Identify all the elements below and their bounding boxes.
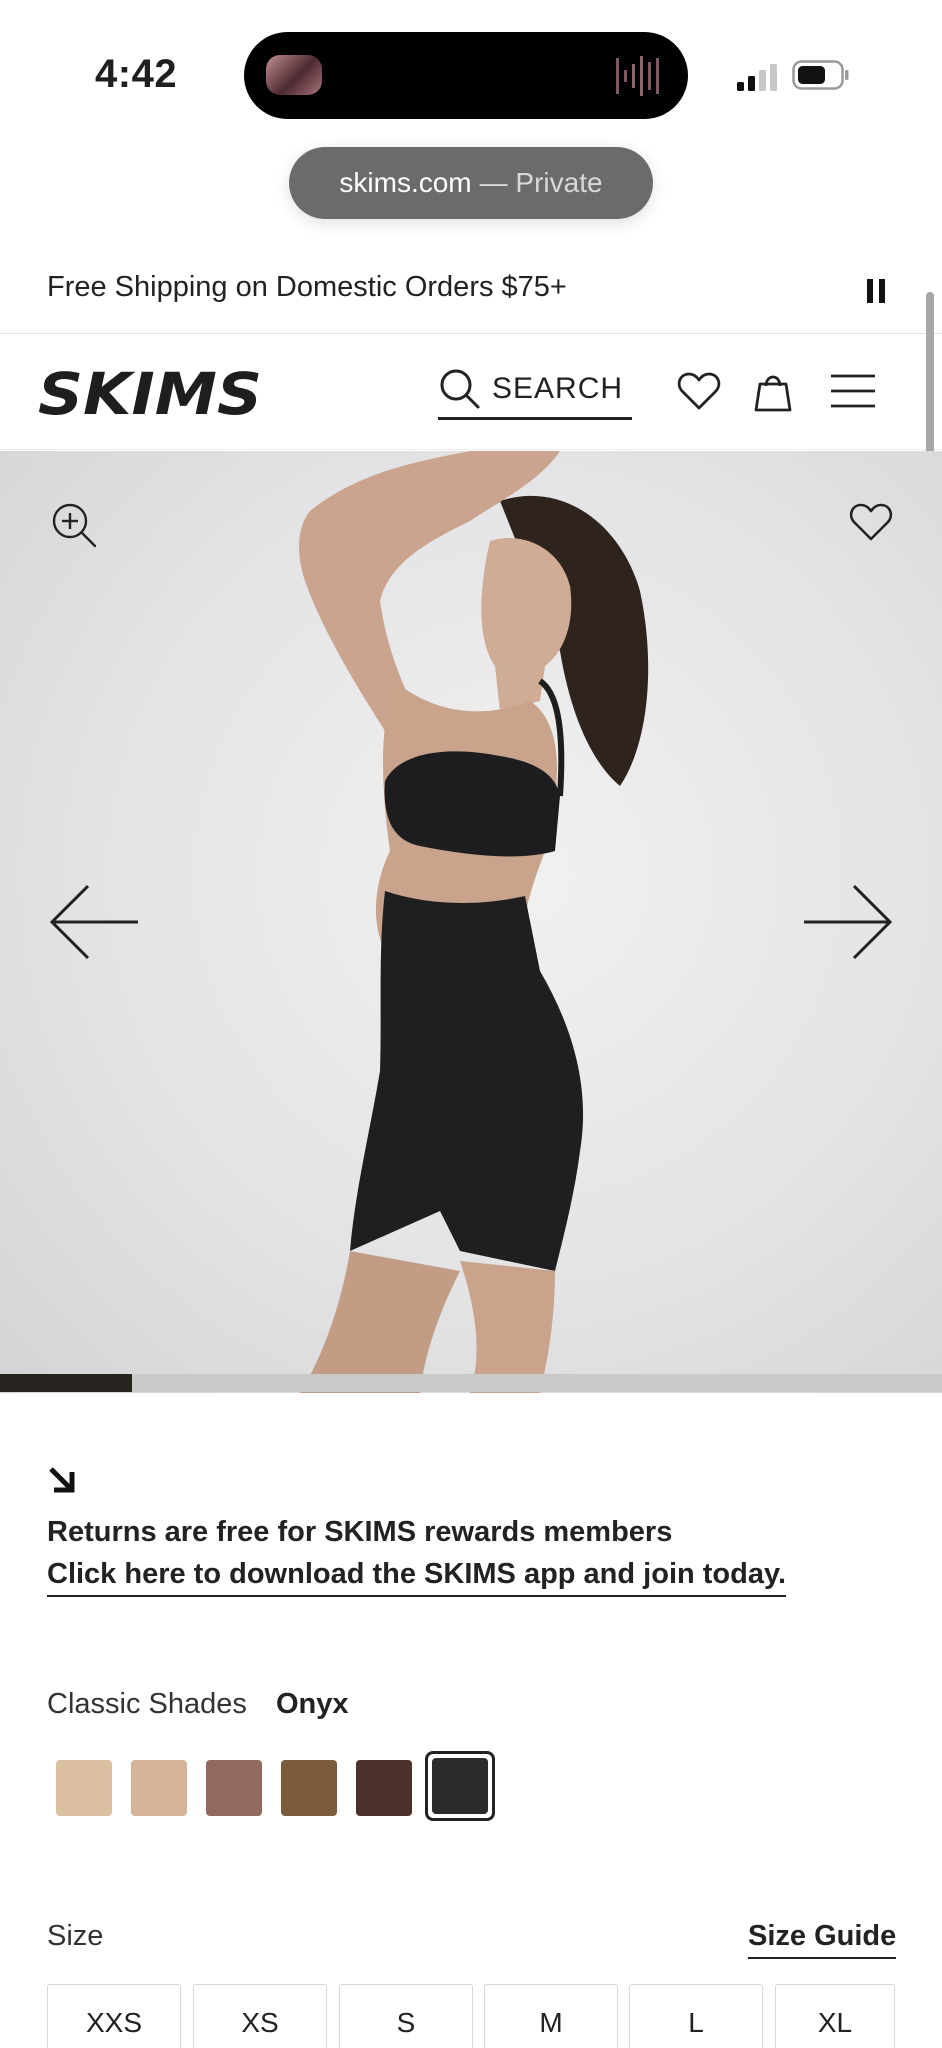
search-icon: [440, 369, 480, 408]
gallery-progress-bar: [0, 1374, 942, 1392]
shade-swatch[interactable]: [131, 1760, 187, 1816]
skims-logo[interactable]: SKIMS: [36, 360, 266, 424]
dynamic-island[interactable]: [244, 32, 688, 119]
battery-icon: [792, 60, 849, 90]
svg-text:SKIMS: SKIMS: [38, 360, 262, 424]
announcement-bar: Free Shipping on Domestic Orders $75+: [0, 255, 942, 335]
announcement-text: Free Shipping on Domestic Orders $75+: [47, 271, 567, 303]
download-app-link[interactable]: Click here to download the SKIMS app and…: [47, 1558, 787, 1597]
product-image-gallery[interactable]: [0, 451, 942, 1393]
wishlist-heart-icon[interactable]: [848, 499, 894, 545]
status-time: 4:42: [95, 52, 178, 96]
search-field[interactable]: SEARCH: [438, 360, 632, 420]
size-option-xs[interactable]: XS: [193, 1984, 327, 2048]
shade-swatch[interactable]: [56, 1760, 112, 1816]
address-bar[interactable]: skims.com — Private: [289, 147, 653, 219]
search-label: SEARCH: [492, 371, 624, 405]
pause-icon[interactable]: [862, 271, 890, 311]
size-option-l[interactable]: L: [629, 1984, 763, 2048]
size-option-xxs[interactable]: XXS: [47, 1984, 181, 2048]
returns-info: Returns are free for SKIMS rewards membe…: [47, 1516, 673, 1548]
arrow-right-icon[interactable]: [802, 883, 894, 961]
size-option-s[interactable]: S: [339, 1984, 473, 2048]
product-photo: [298, 451, 649, 1393]
status-bar: 4:42: [0, 0, 942, 145]
gallery-progress-fill: [0, 1374, 132, 1392]
shade-swatch[interactable]: [281, 1760, 337, 1816]
zoom-in-icon[interactable]: [50, 501, 98, 549]
shade-swatch-onyx[interactable]: [432, 1758, 488, 1814]
arrow-left-icon[interactable]: [48, 883, 140, 961]
menu-icon[interactable]: [830, 368, 876, 414]
size-guide-link[interactable]: Size Guide: [748, 1920, 897, 1959]
size-option-xl[interactable]: XL: [775, 1984, 895, 2048]
shades-label: Classic Shades: [47, 1688, 247, 1720]
bag-icon[interactable]: [750, 368, 796, 414]
audio-waveform-icon: [616, 56, 659, 96]
site-header: SKIMS SEARCH: [0, 334, 942, 450]
size-label: Size: [47, 1920, 104, 1952]
cellular-signal-icon: [737, 64, 777, 91]
size-option-m[interactable]: M: [484, 1984, 618, 2048]
now-playing-thumbnail: [266, 55, 322, 95]
shade-swatch[interactable]: [206, 1760, 262, 1816]
wishlist-heart-icon[interactable]: [676, 368, 722, 414]
arrow-down-right-icon: [49, 1467, 75, 1493]
shade-swatch[interactable]: [356, 1760, 412, 1816]
page-scrollbar[interactable]: [926, 292, 934, 474]
selected-shade: Onyx: [276, 1688, 349, 1720]
private-mode-label: — Private: [479, 167, 603, 198]
address-domain: skims.com: [339, 167, 472, 198]
